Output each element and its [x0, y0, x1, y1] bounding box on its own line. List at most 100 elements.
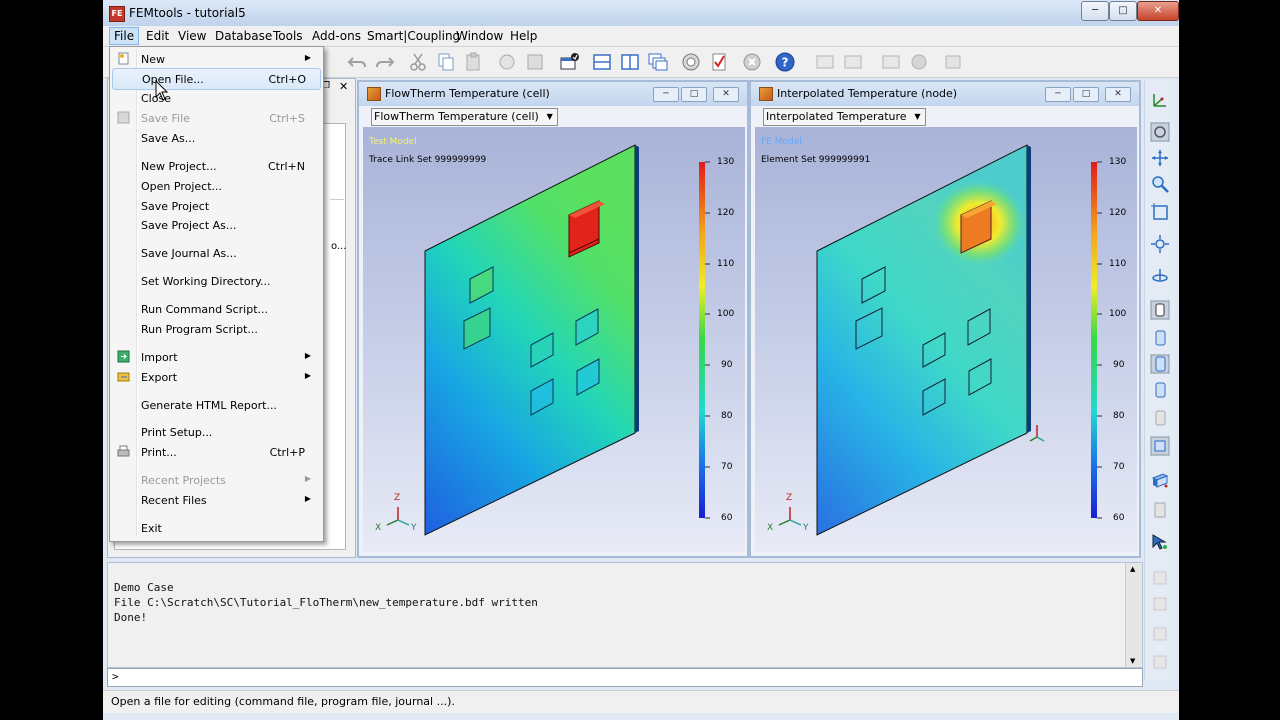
tool-disabled-icon[interactable]	[1150, 594, 1170, 614]
model-check-icon[interactable]	[559, 52, 579, 72]
maximize-button[interactable]: □	[1109, 1, 1137, 21]
tool-disabled-icon[interactable]	[1150, 624, 1170, 644]
spin-icon[interactable]	[1150, 266, 1170, 286]
close-window-button[interactable]: ✕	[1137, 1, 1179, 21]
settings-dial-icon[interactable]	[681, 52, 701, 72]
viewport-maximize-button[interactable]: □	[681, 87, 707, 102]
menu-item-new-project[interactable]: New Project... Ctrl+N	[112, 156, 319, 176]
axis-x-label: X	[767, 523, 774, 533]
menu-item-export[interactable]: Export ▶	[112, 367, 319, 387]
menu-item-print-setup[interactable]: Print Setup...	[112, 422, 319, 442]
plot-canvas[interactable]: FE Model Element Set 999999991 130 120 1…	[755, 127, 1137, 552]
menu-item-run-command-script[interactable]: Run Command Script...	[112, 299, 319, 319]
menu-edit[interactable]: Edit	[142, 28, 173, 44]
split-horizontal-icon[interactable]	[592, 52, 612, 72]
cascade-windows-icon[interactable]	[648, 52, 668, 72]
menu-item-save-file[interactable]: Save File Ctrl+S	[112, 108, 319, 128]
select-pointer-icon[interactable]	[1150, 532, 1170, 552]
menu-view[interactable]: View	[174, 28, 210, 44]
menu-item-exit[interactable]: Exit	[112, 518, 319, 538]
axes-icon[interactable]	[1150, 90, 1170, 110]
undo-icon[interactable]	[347, 52, 367, 72]
scroll-up-icon[interactable]: ▲	[1130, 565, 1135, 573]
viewport-minimize-button[interactable]: ─	[653, 87, 679, 102]
menu-item-recent-projects[interactable]: Recent Projects ▶	[112, 470, 319, 490]
menu-item-save-project[interactable]: Save Project	[112, 196, 319, 216]
view-side-icon[interactable]	[1150, 354, 1170, 374]
sphere-icon[interactable]	[909, 52, 929, 72]
legend-tick: 120	[1109, 208, 1127, 218]
menu-item-new[interactable]: New ▶	[112, 49, 319, 69]
console-line: File C:\Scratch\SC\Tutorial_FloTherm\new…	[114, 596, 538, 609]
view-back-icon[interactable]	[1150, 436, 1170, 456]
console-output[interactable]: Demo Case File C:\Scratch\SC\Tutorial_Fl…	[107, 562, 1143, 668]
result-select[interactable]: FlowTherm Temperature (cell) ▼	[371, 108, 558, 126]
menu-item-open-file[interactable]: Open File... Ctrl+O	[112, 68, 321, 90]
legend-tick: 120	[717, 208, 735, 218]
viewport-close-button[interactable]: ✕	[713, 87, 739, 102]
close-panel-icon[interactable]: ✕	[339, 80, 351, 93]
menu-file[interactable]: File	[109, 27, 140, 45]
menu-database[interactable]: Database	[211, 28, 276, 44]
cut-icon[interactable]	[408, 52, 428, 72]
rotate-view-icon[interactable]	[1150, 122, 1170, 142]
redo-icon[interactable]	[375, 52, 395, 72]
split-vertical-icon[interactable]	[620, 52, 640, 72]
menu-item-save-project-as[interactable]: Save Project As...	[112, 215, 319, 235]
view-front-icon[interactable]	[1150, 328, 1170, 348]
menu-item-save-journal-as[interactable]: Save Journal As...	[112, 243, 319, 263]
help-icon[interactable]: ?	[775, 52, 795, 72]
command-input[interactable]: >	[107, 668, 1143, 687]
save-disk-icon[interactable]	[525, 52, 545, 72]
result-select[interactable]: Interpolated Temperature ▼	[763, 108, 926, 126]
pan-icon[interactable]	[1150, 148, 1170, 168]
menu-item-save-as[interactable]: Save As...	[112, 128, 319, 148]
viewport-minimize-button[interactable]: ─	[1045, 87, 1071, 102]
tool-disabled-icon[interactable]	[1150, 568, 1170, 588]
menu-addons[interactable]: Add-ons	[308, 28, 365, 44]
view-iso-icon[interactable]	[1150, 300, 1170, 320]
plot-canvas[interactable]: Test Model Trace Link Set 999999999 130 …	[363, 127, 745, 552]
menu-tools[interactable]: Tools	[269, 28, 307, 44]
model-label: Test Model	[369, 137, 417, 147]
viewport-close-button[interactable]: ✕	[1105, 87, 1131, 102]
view-top-icon[interactable]	[1150, 380, 1170, 400]
report-icon[interactable]	[943, 52, 963, 72]
title-bar: FE FEMtools - tutorial5 ─ □ ✕	[103, 0, 1179, 27]
checklist-icon[interactable]	[709, 52, 729, 72]
menu-item-print[interactable]: Print... Ctrl+P	[112, 442, 319, 462]
viewport-interpolated[interactable]: Interpolated Temperature (node) ─ □ ✕ In…	[749, 80, 1141, 558]
menu-item-set-working-directory[interactable]: Set Working Directory...	[112, 271, 319, 291]
scroll-down-icon[interactable]: ▼	[1130, 657, 1135, 665]
menu-smart-coupling[interactable]: Smart|Coupling	[363, 28, 464, 44]
viewport-flowtherm[interactable]: FlowTherm Temperature (cell) ─ □ ✕ FlowT…	[357, 80, 749, 558]
grid-icon[interactable]	[843, 52, 863, 72]
refresh-icon[interactable]	[497, 52, 517, 72]
menu-help[interactable]: Help	[506, 28, 541, 44]
export-icon	[117, 372, 130, 382]
console-scrollbar[interactable]: ▲ ▼	[1125, 563, 1142, 667]
truncated-item: o...	[331, 241, 347, 252]
paste-icon[interactable]	[464, 52, 484, 72]
stop-icon[interactable]	[742, 52, 762, 72]
fit-view-icon[interactable]	[1150, 234, 1170, 254]
menu-item-open-project[interactable]: Open Project...	[112, 176, 319, 196]
tool-disabled-icon[interactable]	[1150, 652, 1170, 672]
legend-tick: 100	[717, 309, 735, 319]
menu-item-generate-html-report[interactable]: Generate HTML Report...	[112, 395, 319, 415]
minimize-button[interactable]: ─	[1081, 1, 1109, 21]
menu-item-import[interactable]: Import ▶	[112, 347, 319, 367]
shaded-icon[interactable]	[1150, 470, 1170, 490]
table-icon[interactable]	[815, 52, 835, 72]
list-icon[interactable]	[881, 52, 901, 72]
zoom-window-icon[interactable]	[1150, 202, 1170, 222]
menu-item-close[interactable]: Close	[112, 88, 319, 108]
wireframe-icon[interactable]	[1150, 500, 1170, 520]
menu-item-recent-files[interactable]: Recent Files ▶	[112, 490, 319, 510]
viewport-maximize-button[interactable]: □	[1073, 87, 1099, 102]
zoom-icon[interactable]	[1150, 174, 1170, 194]
copy-icon[interactable]	[436, 52, 456, 72]
view-bottom-icon[interactable]	[1150, 408, 1170, 428]
menu-item-run-program-script[interactable]: Run Program Script...	[112, 319, 319, 339]
menu-window[interactable]: Window	[452, 28, 507, 44]
